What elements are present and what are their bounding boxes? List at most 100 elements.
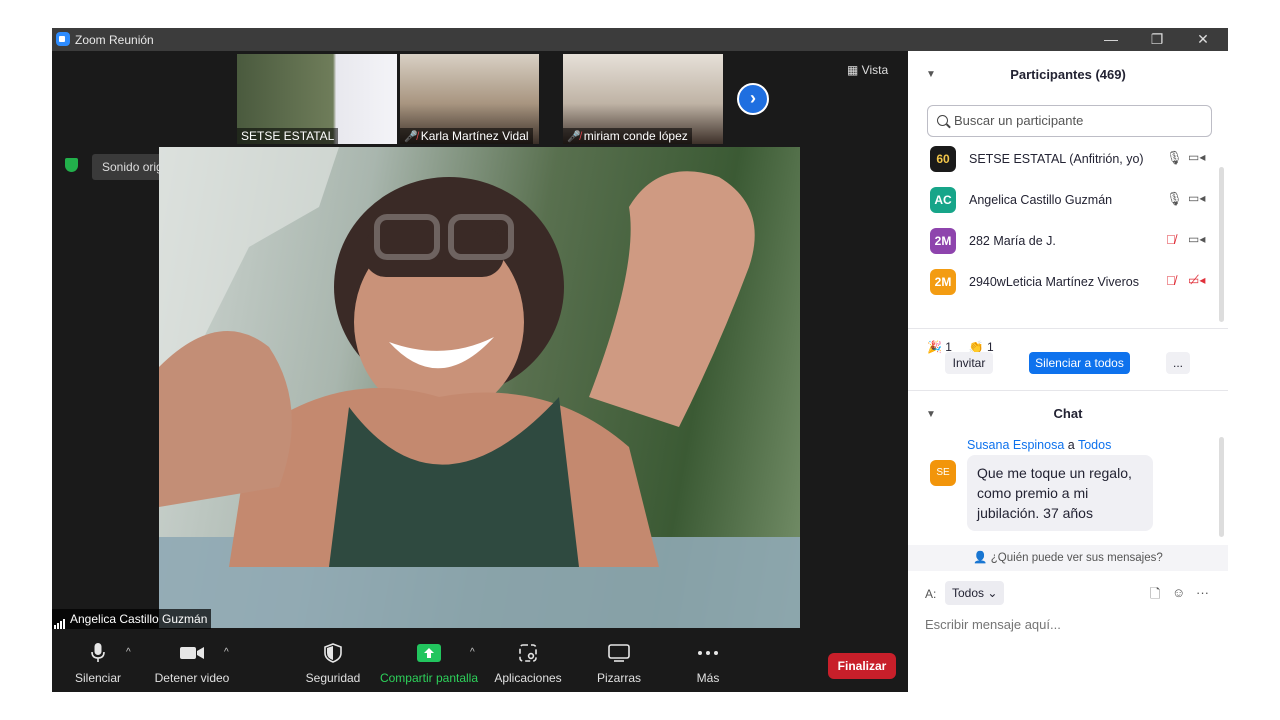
more-dots-icon <box>684 635 732 671</box>
mute-all-button[interactable]: Silenciar a todos <box>1029 352 1130 374</box>
zoom-logo-icon <box>56 32 70 46</box>
video-area: SETSE ESTATAL 🎤̸ Karla Martínez Vidal 🎤̸ m… <box>52 51 908 635</box>
participant-row[interactable]: 2M 282 María de J. 🎙̸ ▭◂ <box>908 220 1218 260</box>
security-shield-icon <box>65 158 78 172</box>
chat-to-label: A: <box>925 587 937 601</box>
participant-name: 282 María de J. <box>969 234 1056 248</box>
mic-off-icon: 🎤̸ <box>404 131 418 143</box>
mute-label: Silenciar <box>74 671 122 685</box>
participants-title: Participantes (469) <box>1010 67 1126 82</box>
stop-video-button[interactable]: Detener video <box>152 635 232 692</box>
thumbnail-video-miriam[interactable]: 🎤̸ miriam conde lópez <box>563 54 723 144</box>
participant-avatar: 60 <box>930 146 956 172</box>
active-speaker-video <box>159 147 800 628</box>
chat-title: Chat <box>1053 406 1083 421</box>
chat-sender-name[interactable]: Susana Espinosa <box>967 438 1064 452</box>
share-screen-button[interactable]: Compartir pantalla <box>378 635 480 692</box>
invite-button[interactable]: Invitar <box>945 352 993 374</box>
participant-name: SETSE ESTATAL (Anfitrión, yo) <box>969 152 1144 166</box>
mute-button[interactable]: Silenciar <box>70 635 126 692</box>
microphone-icon[interactable]: 🎙 <box>1166 191 1183 207</box>
chat-message-bubble: Que me toque un regalo, como premio a mi… <box>967 455 1153 531</box>
whiteboards-button[interactable]: Pizarras <box>590 635 648 692</box>
security-label: Seguridad <box>305 671 361 685</box>
thumbnail-name: 🎤̸ miriam conde lópez <box>563 128 692 144</box>
participant-avatar: 2M <box>930 269 956 295</box>
share-screen-icon <box>378 635 480 671</box>
person-info-icon: 👤 <box>973 552 988 564</box>
video-camera-icon <box>152 635 232 671</box>
divider <box>908 390 1228 391</box>
grid-icon: ▦ <box>847 63 862 77</box>
video-camera-icon[interactable]: ▭◂ <box>1188 232 1205 246</box>
party-popper-icon: 🎉 <box>927 340 942 354</box>
participant-row[interactable]: AC Angelica Castillo Guzmán 🎙 ▭◂ <box>908 179 1218 219</box>
share-options-chevron-icon[interactable]: ^ <box>470 647 475 658</box>
chat-scrollbar[interactable] <box>1219 437 1224 537</box>
more-button[interactable]: Más <box>684 635 732 692</box>
more-options-button[interactable]: ... <box>1166 352 1190 374</box>
thumbnail-video-setse[interactable]: SETSE ESTATAL <box>237 54 397 144</box>
chat-recipient: Todos <box>1077 438 1112 452</box>
thumbnail-name: SETSE ESTATAL <box>237 128 339 144</box>
microphone-muted-icon[interactable]: 🎙̸ <box>1166 232 1176 247</box>
participant-avatar: 2M <box>930 228 956 254</box>
participant-name: 2940wLeticia Martínez Viveros <box>969 275 1139 289</box>
video-camera-off-icon[interactable]: ▭̸◂ <box>1188 273 1205 287</box>
more-dots-icon[interactable]: ··· <box>1196 585 1209 600</box>
microphone-icon <box>70 635 126 671</box>
end-meeting-button[interactable]: Finalizar <box>828 653 896 679</box>
participant-avatar: AC <box>930 187 956 213</box>
thumbnail-name: 🎤̸ Karla Martínez Vidal <box>400 128 533 144</box>
stop-video-label: Detener video <box>154 671 230 685</box>
side-panel: ▼ Participantes (469) Buscar un particip… <box>908 51 1228 692</box>
video-options-chevron-icon[interactable]: ^ <box>224 647 229 658</box>
participants-scrollbar[interactable] <box>1219 167 1224 322</box>
restore-button[interactable]: ❐ <box>1134 28 1180 51</box>
file-icon[interactable]: 🗋 <box>1150 585 1160 607</box>
title-bar: Zoom Reunión — ❐ ✕ <box>52 28 1228 51</box>
shield-icon <box>302 635 364 671</box>
close-button[interactable]: ✕ <box>1180 28 1226 51</box>
participant-row[interactable]: 60 SETSE ESTATAL (Anfitrión, yo) 🎙 ▭◂ <box>908 138 1218 178</box>
mic-off-icon: 🎤̸ <box>567 131 581 143</box>
mute-options-chevron-icon[interactable]: ^ <box>126 647 131 658</box>
chat-recipient-select[interactable]: Todos ⌄ <box>945 581 1005 605</box>
apps-button[interactable]: Aplicaciones <box>492 635 564 692</box>
microphone-icon[interactable]: 🎙 <box>1166 150 1183 166</box>
view-button[interactable]: ▦ Vista <box>847 63 888 77</box>
apps-label: Aplicaciones <box>494 671 562 685</box>
active-speaker-label: Angelica Castillo Guzmán <box>52 609 212 629</box>
next-page-button[interactable]: › <box>737 83 769 115</box>
search-icon <box>937 115 948 126</box>
chat-to-word: a <box>1067 438 1075 452</box>
apps-icon <box>492 635 564 671</box>
more-label: Más <box>696 671 720 685</box>
meeting-toolbar: Silenciar ^ Detener video ^ Seguridad Co… <box>52 635 908 692</box>
who-can-see-messages-link[interactable]: 👤 ¿Quién puede ver sus mensajes? <box>908 545 1228 571</box>
video-camera-icon[interactable]: ▭◂ <box>1188 150 1205 164</box>
chat-avatar: SE <box>930 460 956 486</box>
whiteboards-label: Pizarras <box>596 671 641 685</box>
who-can-see-label: ¿Quién puede ver sus mensajes? <box>990 552 1163 564</box>
microphone-muted-icon[interactable]: 🎙̸ <box>1166 273 1176 288</box>
video-camera-icon[interactable]: ▭◂ <box>1188 191 1205 205</box>
participant-name: Angelica Castillo Guzmán <box>969 193 1113 207</box>
chevron-down-icon: ⌄ <box>987 586 998 600</box>
divider <box>908 328 1228 329</box>
emoji-icon[interactable]: ☺ <box>1172 585 1185 600</box>
signal-bars-icon <box>54 609 66 629</box>
share-screen-label: Compartir pantalla <box>379 671 479 685</box>
participant-row[interactable]: 2M 2940wLeticia Martínez Viveros 🎙̸ ▭̸◂ <box>908 261 1218 301</box>
search-placeholder: Buscar un participante <box>954 113 1084 128</box>
thumbnail-video-karla[interactable]: 🎤̸ Karla Martínez Vidal <box>400 54 539 144</box>
chat-message-header: Susana Espinosa a Todos <box>967 438 1111 452</box>
zoom-window: Zoom Reunión — ❐ ✕ SETSE ESTATAL 🎤̸ Karla… <box>52 28 1228 692</box>
speaker-video-frame <box>159 147 800 628</box>
whiteboard-icon <box>590 635 648 671</box>
chat-message-input[interactable] <box>925 613 1215 635</box>
window-title: Zoom Reunión <box>75 33 154 47</box>
minimize-button[interactable]: — <box>1088 28 1134 51</box>
security-button[interactable]: Seguridad <box>302 635 364 692</box>
participant-search-input[interactable]: Buscar un participante <box>927 105 1212 137</box>
